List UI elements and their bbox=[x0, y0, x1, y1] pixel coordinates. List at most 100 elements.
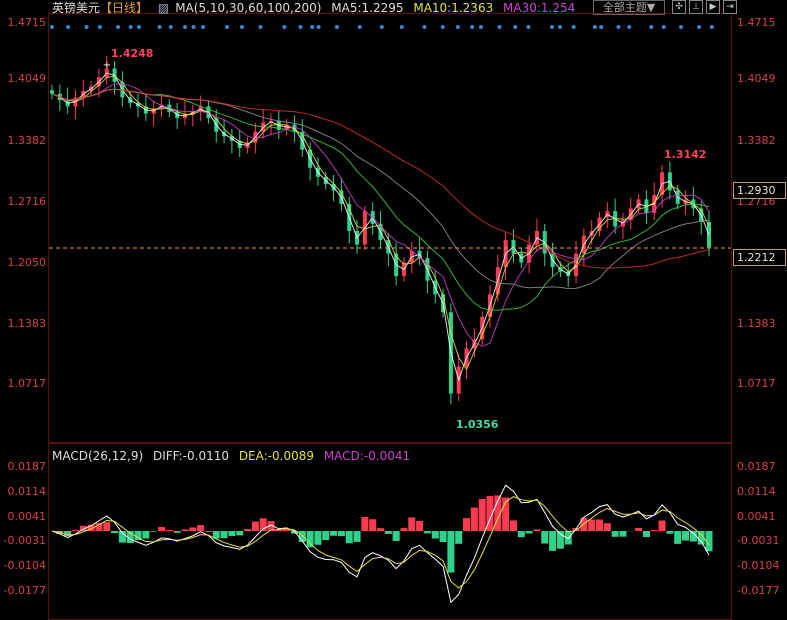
macd-bar-up bbox=[361, 517, 368, 531]
macd-bar-up bbox=[181, 529, 188, 531]
macd-bar-up bbox=[479, 499, 486, 531]
macd-bar-down bbox=[174, 531, 181, 533]
macd-bar-up bbox=[189, 527, 196, 531]
macd-tick: -0.0031 bbox=[737, 534, 779, 547]
event-dot bbox=[317, 25, 321, 29]
event-dot bbox=[282, 25, 286, 29]
end-icon[interactable]: ⇥ bbox=[723, 0, 737, 14]
dea-value: DEA:-0.0089 bbox=[239, 449, 314, 463]
ma-label[interactable]: MA(5,10,30,60,100,200) bbox=[175, 1, 321, 15]
high-label: 1.4248 bbox=[111, 47, 153, 60]
price-tick: 1.4049 bbox=[737, 72, 776, 85]
price-tick: 1.1383 bbox=[0, 317, 46, 330]
event-dot bbox=[298, 25, 302, 29]
price-tick: 1.3382 bbox=[0, 134, 46, 147]
price-box: 1.2930 bbox=[733, 182, 786, 199]
event-dot bbox=[679, 25, 683, 29]
ma10-value: MA10:1.2363 bbox=[413, 1, 493, 15]
event-dot bbox=[558, 25, 562, 29]
event-dot bbox=[479, 25, 483, 29]
event-dot bbox=[649, 25, 653, 29]
macd-bar-down bbox=[346, 531, 353, 543]
event-dot bbox=[400, 25, 404, 29]
price-tick: 1.4715 bbox=[737, 16, 776, 29]
macd-bar-down bbox=[150, 531, 157, 532]
price-tick: 1.2716 bbox=[0, 195, 46, 208]
event-dot bbox=[662, 25, 666, 29]
macd-bar-up bbox=[596, 520, 603, 531]
macd-tick: -0.0031 bbox=[0, 534, 46, 547]
event-dot bbox=[192, 25, 196, 29]
event-dot bbox=[593, 25, 597, 29]
macd-bar-down bbox=[330, 531, 337, 536]
macd-bar-up bbox=[95, 523, 102, 531]
event-dot bbox=[710, 25, 714, 29]
macd-bar-down bbox=[354, 531, 361, 542]
event-dot bbox=[225, 25, 229, 29]
macd-bar-down bbox=[666, 531, 673, 534]
macd-bar-down bbox=[643, 531, 650, 537]
macd-bar-up bbox=[377, 528, 384, 531]
macd-bar-up bbox=[463, 518, 470, 531]
recent-high-label: 1.3142 bbox=[664, 148, 706, 161]
ma-indicator-icon[interactable]: ▨ bbox=[158, 1, 169, 15]
macd-bar-up bbox=[651, 530, 658, 531]
event-dot bbox=[137, 25, 141, 29]
event-dot bbox=[616, 25, 620, 29]
event-dot bbox=[201, 25, 205, 29]
macd-label: MACD(26,12,9) bbox=[52, 449, 143, 463]
event-dot bbox=[116, 25, 120, 29]
last-price-box: 1.2212 bbox=[733, 249, 786, 266]
macd-bar-up bbox=[244, 529, 251, 531]
macd-bar-down bbox=[111, 531, 118, 533]
macd-bar-down bbox=[440, 531, 447, 542]
play-icon[interactable]: ▶ bbox=[706, 0, 720, 14]
macd-bar-down bbox=[674, 531, 681, 544]
dea-line bbox=[52, 497, 709, 588]
macd-bar-up bbox=[400, 528, 407, 531]
macd-bar-down bbox=[322, 531, 329, 540]
event-dot bbox=[85, 25, 89, 29]
macd-bar-down bbox=[338, 531, 345, 536]
macd-tick: 0.0114 bbox=[737, 485, 776, 498]
event-dot bbox=[183, 25, 187, 29]
macd-tick: -0.0177 bbox=[737, 584, 779, 597]
price-tick: 1.0717 bbox=[737, 377, 776, 390]
macd-bar-up bbox=[252, 522, 259, 531]
diff-value: DIFF:-0.0110 bbox=[153, 449, 229, 463]
diff-line bbox=[52, 485, 709, 602]
macd-bar-up bbox=[103, 522, 110, 531]
range-icon[interactable]: ⊥ bbox=[689, 0, 703, 14]
macd-bar-down bbox=[682, 531, 689, 541]
macd-bar-up bbox=[369, 519, 376, 531]
chart-canvas[interactable]: + bbox=[0, 0, 787, 620]
macd-bar-down bbox=[526, 531, 533, 534]
forex-chart-window: + 英镑美元【日线】 ▨ MA(5,10,30,60,100,200) MA5:1… bbox=[0, 0, 787, 620]
macd-tick: 0.0041 bbox=[0, 510, 46, 523]
period-label[interactable]: 【日线】 bbox=[100, 1, 148, 15]
macd-bar-down bbox=[205, 531, 212, 532]
macd-bar-up bbox=[408, 517, 415, 531]
symbol-name: 英镑美元 bbox=[52, 1, 100, 15]
event-dot bbox=[627, 25, 631, 29]
macd-tick: -0.0177 bbox=[0, 584, 46, 597]
macd-tick: -0.0104 bbox=[0, 559, 46, 572]
event-dot bbox=[358, 25, 362, 29]
macd-bar-up bbox=[166, 530, 173, 531]
event-dot bbox=[169, 25, 173, 29]
candle-down bbox=[50, 90, 54, 94]
macd-bar-up bbox=[158, 527, 165, 531]
event-dot bbox=[259, 25, 263, 29]
macd-bar-down bbox=[228, 531, 235, 536]
theme-dropdown[interactable]: 全部主题▼ bbox=[593, 0, 665, 15]
macd-bar-up bbox=[635, 528, 642, 531]
event-dot bbox=[310, 25, 314, 29]
price-tick: 1.1383 bbox=[737, 317, 776, 330]
macd-tick: 0.0041 bbox=[737, 510, 776, 523]
crosshair-icon[interactable]: ✣ bbox=[672, 0, 686, 14]
macd-bar-up bbox=[588, 520, 595, 531]
macd-bar-down bbox=[549, 531, 556, 551]
macd-bar-down bbox=[221, 531, 228, 538]
event-dot bbox=[441, 25, 445, 29]
ma5-value: MA5:1.2295 bbox=[331, 1, 403, 15]
